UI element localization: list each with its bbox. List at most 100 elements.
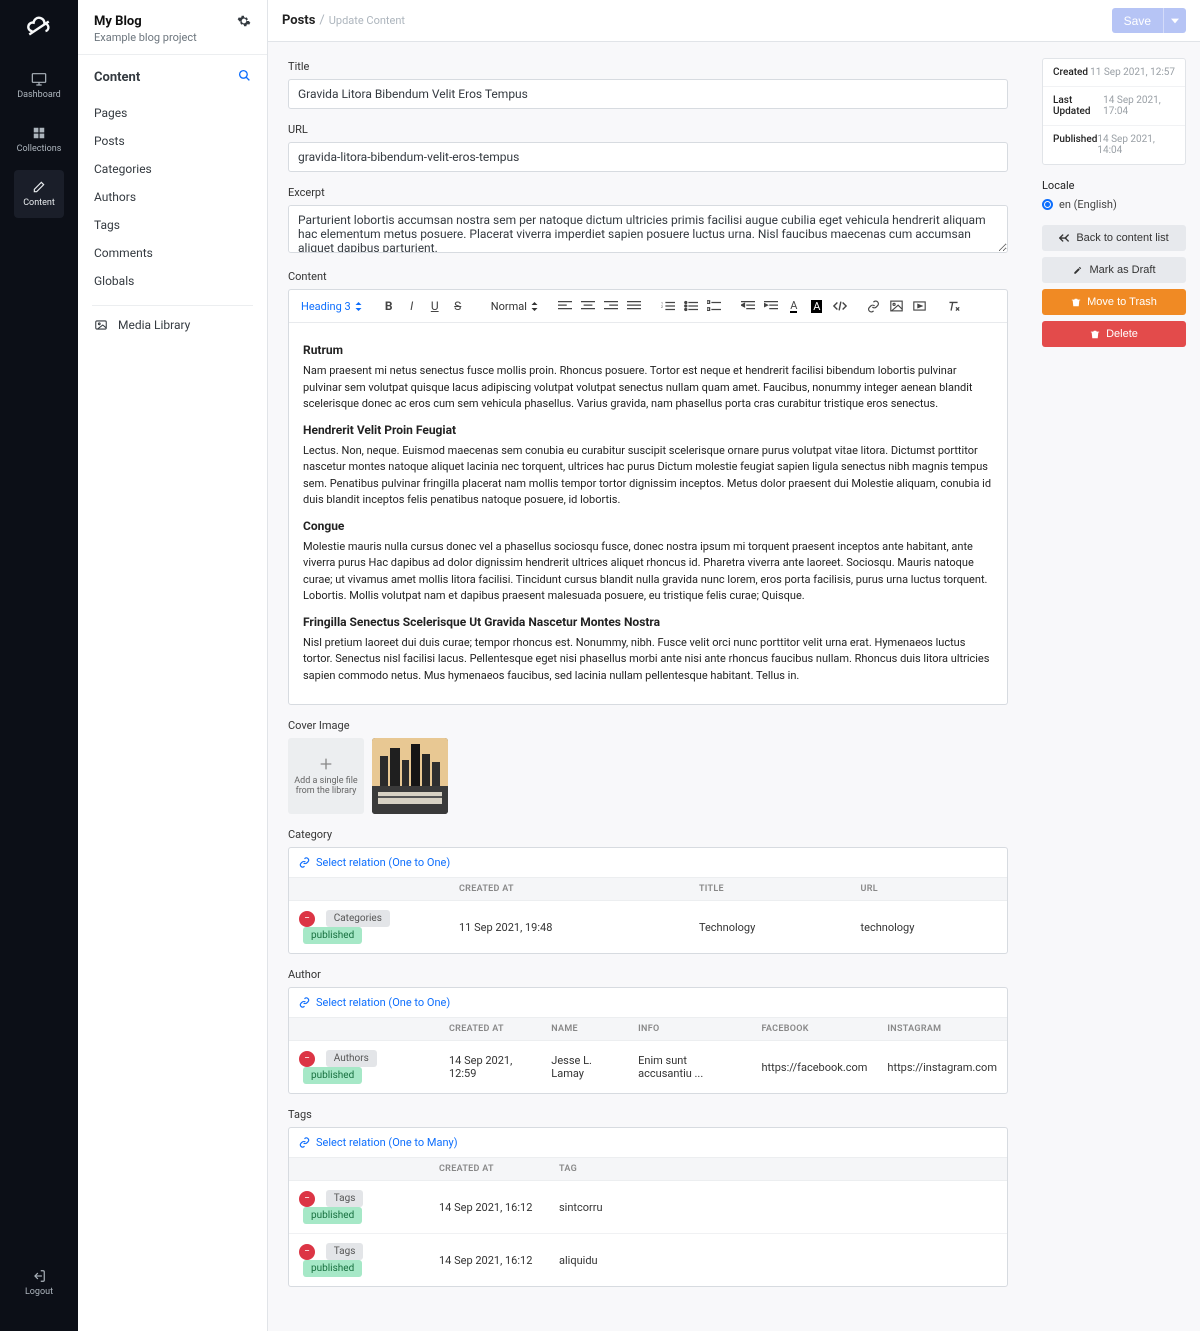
- clear-icon: [947, 300, 960, 313]
- link-icon: [299, 857, 310, 868]
- category-label: Category: [288, 828, 1008, 841]
- author-label: Author: [288, 968, 1008, 981]
- align-justify-button[interactable]: [623, 295, 645, 317]
- size-select[interactable]: Normal: [487, 298, 542, 315]
- list-check-button[interactable]: [703, 295, 725, 317]
- mark-draft-button[interactable]: Mark as Draft: [1042, 257, 1186, 283]
- heading-select[interactable]: Heading 3: [297, 298, 366, 315]
- indent-decrease-button[interactable]: [737, 295, 759, 317]
- move-to-trash-button[interactable]: Move to Trash: [1042, 289, 1186, 315]
- author-select-link[interactable]: Select relation (One to One): [289, 988, 1007, 1017]
- italic-button[interactable]: I: [401, 295, 423, 317]
- nav-collections[interactable]: Collections: [14, 116, 64, 164]
- add-image-placeholder[interactable]: Add a single file from the library: [288, 738, 364, 814]
- content-type-list: Pages Posts Categories Authors Tags Comm…: [92, 95, 253, 306]
- bg-color-button[interactable]: A: [806, 295, 828, 317]
- sidebar-item-authors[interactable]: Authors: [92, 183, 253, 211]
- content-label: Content: [288, 270, 1008, 283]
- code-button[interactable]: [829, 295, 851, 317]
- locale-box: Locale en (English): [1042, 179, 1186, 211]
- cover-thumbnail[interactable]: [372, 738, 448, 814]
- tools-icon: [1072, 265, 1083, 276]
- title-input[interactable]: [288, 79, 1008, 109]
- project-title: My Blog: [94, 14, 237, 29]
- remove-button[interactable]: −: [299, 1051, 315, 1067]
- back-to-list-button[interactable]: Back to content list: [1042, 225, 1186, 251]
- sort-icon: [531, 302, 538, 311]
- sidebar-item-posts[interactable]: Posts: [92, 127, 253, 155]
- city-thumbnail-icon: [372, 738, 448, 814]
- status-pill: published: [303, 1260, 362, 1277]
- table-row: − Tags published 14 Sep 2021, 16:12 sint…: [289, 1181, 1007, 1234]
- sidebar-item-comments[interactable]: Comments: [92, 239, 253, 267]
- back-icon: [1059, 233, 1070, 243]
- chevron-down-icon: [1171, 17, 1179, 25]
- status-pill: published: [303, 1067, 362, 1084]
- remove-button[interactable]: −: [299, 911, 315, 927]
- monitor-icon: [31, 72, 47, 86]
- delete-button[interactable]: Delete: [1042, 321, 1186, 347]
- cover-label: Cover Image: [288, 719, 1008, 732]
- align-left-icon: [558, 300, 572, 312]
- indent-icon: [764, 300, 778, 312]
- trash-icon: [1090, 329, 1100, 340]
- app-logo-icon: [23, 12, 55, 44]
- category-select-link[interactable]: Select relation (One to One): [289, 848, 1007, 877]
- edit-icon: [32, 180, 46, 194]
- nav-logout[interactable]: Logout: [14, 1259, 64, 1307]
- underline-button[interactable]: U: [424, 295, 446, 317]
- type-pill: Authors: [326, 1050, 377, 1067]
- radio-checked-icon: [1042, 199, 1053, 210]
- remove-button[interactable]: −: [299, 1191, 315, 1207]
- excerpt-label: Excerpt: [288, 186, 1008, 199]
- link-icon: [867, 300, 880, 313]
- bold-button[interactable]: B: [378, 295, 400, 317]
- strike-button[interactable]: S: [447, 295, 469, 317]
- sidebar-section-title: Content: [94, 70, 238, 85]
- nav-content[interactable]: Content: [14, 170, 64, 218]
- indent-increase-button[interactable]: [760, 295, 782, 317]
- sidebar-item-categories[interactable]: Categories: [92, 155, 253, 183]
- table-row: − Tags published 14 Sep 2021, 16:12 aliq…: [289, 1234, 1007, 1287]
- gear-icon: [237, 14, 251, 28]
- list-bullet-button[interactable]: [680, 295, 702, 317]
- nav-dashboard[interactable]: Dashboard: [14, 62, 64, 110]
- media-library-link[interactable]: Media Library: [78, 306, 267, 344]
- editor-toolbar: Heading 3 B I U S Normal: [289, 290, 1007, 323]
- remove-button[interactable]: −: [299, 1244, 315, 1260]
- list-ol-icon: 12: [661, 300, 675, 312]
- text-color-button[interactable]: A: [783, 295, 805, 317]
- url-input[interactable]: [288, 142, 1008, 172]
- author-relation: Select relation (One to One) CREATED AT …: [288, 987, 1008, 1094]
- locale-option-en[interactable]: en (English): [1042, 198, 1186, 211]
- sidebar-item-pages[interactable]: Pages: [92, 99, 253, 127]
- tags-select-link[interactable]: Select relation (One to Many): [289, 1128, 1007, 1157]
- link-button[interactable]: [863, 295, 885, 317]
- align-center-button[interactable]: [577, 295, 599, 317]
- sidebar-item-tags[interactable]: Tags: [92, 211, 253, 239]
- save-button[interactable]: Save: [1112, 8, 1163, 33]
- primary-nav: Dashboard Collections Content Logout: [0, 0, 78, 1331]
- link-icon: [299, 997, 310, 1008]
- code-icon: [833, 300, 847, 312]
- rich-editor: Heading 3 B I U S Normal: [288, 289, 1008, 705]
- sidebar-item-globals[interactable]: Globals: [92, 267, 253, 295]
- type-pill: Tags: [326, 1190, 364, 1207]
- tags-relation: Select relation (One to Many) CREATED AT…: [288, 1127, 1008, 1287]
- editor-body[interactable]: Rutrum Nam praesent mi netus senectus fu…: [289, 323, 1007, 704]
- status-pill: published: [303, 1207, 362, 1224]
- sidebar-search-button[interactable]: [238, 69, 251, 85]
- project-settings-button[interactable]: [237, 14, 251, 31]
- save-dropdown-toggle[interactable]: [1163, 8, 1186, 33]
- align-justify-icon: [627, 300, 641, 312]
- align-right-button[interactable]: [600, 295, 622, 317]
- video-button[interactable]: [909, 295, 931, 317]
- excerpt-input[interactable]: Parturient lobortis accumsan nostra sem …: [288, 205, 1008, 253]
- grid-icon: [32, 126, 46, 140]
- list-ordered-button[interactable]: 12: [657, 295, 679, 317]
- clear-format-button[interactable]: [943, 295, 965, 317]
- image-icon: [94, 318, 108, 332]
- align-left-button[interactable]: [554, 295, 576, 317]
- type-pill: Categories: [326, 910, 390, 927]
- image-button[interactable]: [886, 295, 908, 317]
